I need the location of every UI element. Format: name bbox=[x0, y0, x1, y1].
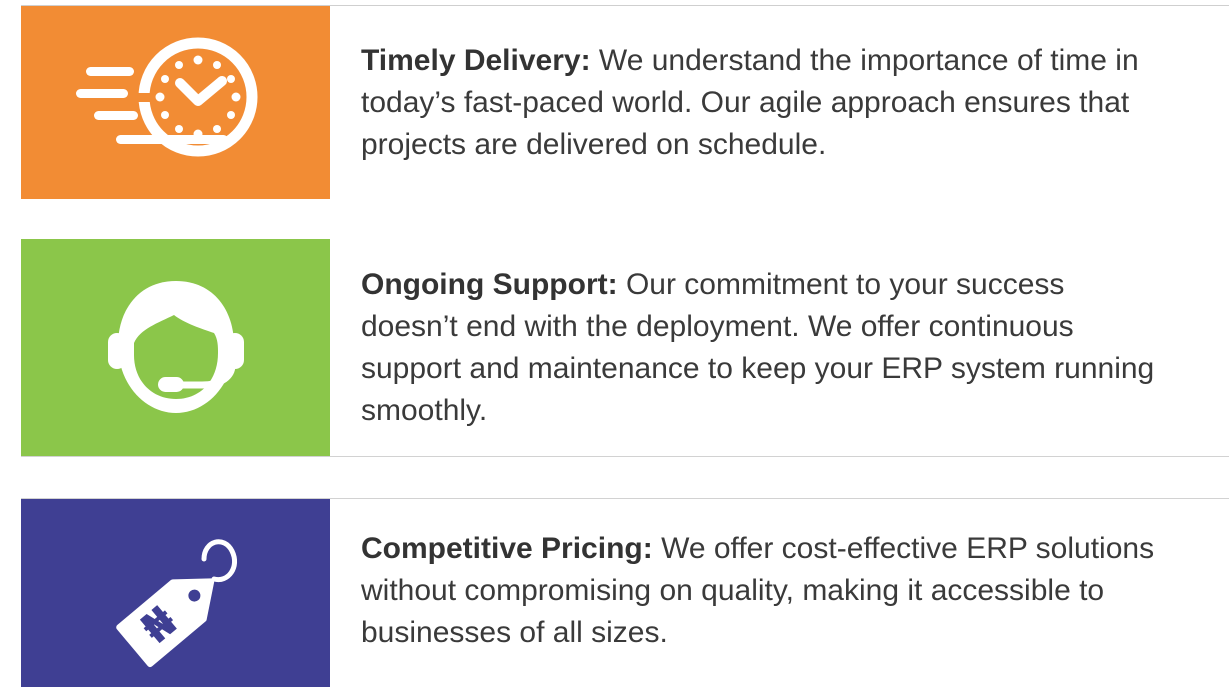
feature-card-competitive-pricing: ₦ Competitive Pricing: We offer cost-eff… bbox=[21, 498, 1229, 687]
naira-price-tag-icon: ₦ bbox=[115, 539, 237, 668]
feature-icon-box-timely bbox=[21, 6, 330, 199]
feature-text-timely: Timely Delivery: We understand the impor… bbox=[330, 6, 1229, 199]
feature-text-support: Ongoing Support: Our commitment to your … bbox=[330, 239, 1229, 456]
feature-icon-box-pricing: ₦ bbox=[21, 499, 330, 687]
feature-title: Timely Delivery: bbox=[361, 43, 591, 77]
headset-support-icon bbox=[107, 280, 244, 413]
feature-title: Competitive Pricing: bbox=[361, 532, 653, 565]
feature-description: Timely Delivery: We understand the impor… bbox=[361, 40, 1169, 166]
feature-description: Ongoing Support: Our commitment to your … bbox=[361, 264, 1169, 432]
feature-icon-box-support bbox=[21, 239, 330, 456]
feature-card-timely-delivery: Timely Delivery: We understand the impor… bbox=[21, 5, 1229, 200]
fast-clock-icon bbox=[75, 37, 257, 156]
feature-card-ongoing-support: Ongoing Support: Our commitment to your … bbox=[21, 238, 1229, 457]
feature-text-pricing: Competitive Pricing: We offer cost-effec… bbox=[330, 499, 1229, 687]
feature-title: Ongoing Support: bbox=[361, 267, 618, 301]
feature-description: Competitive Pricing: We offer cost-effec… bbox=[361, 528, 1169, 654]
